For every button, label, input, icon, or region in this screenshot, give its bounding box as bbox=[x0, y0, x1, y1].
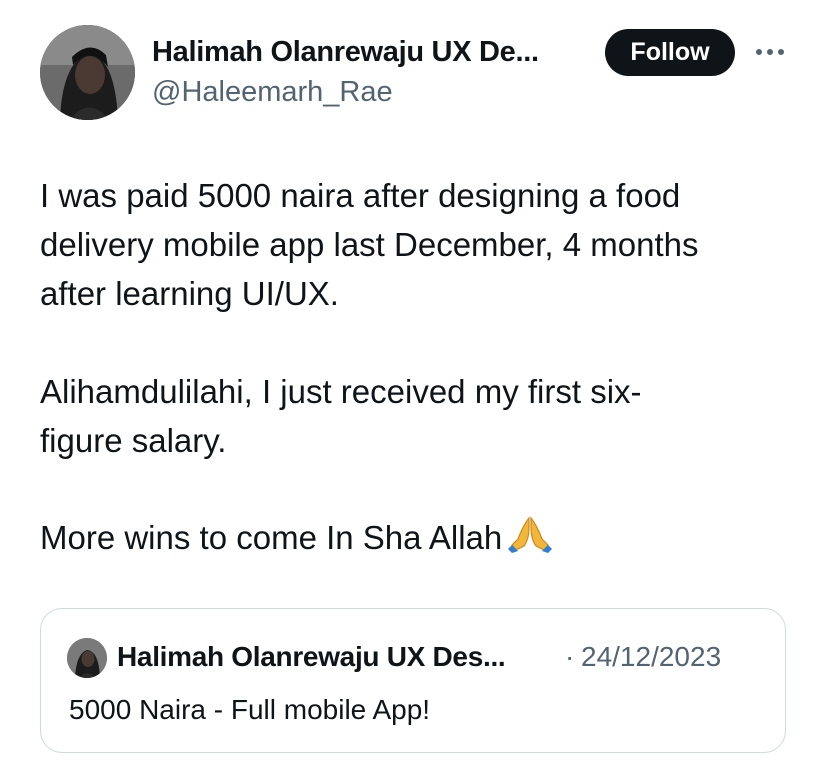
quoted-tweet-date: 24/12/2023 bbox=[581, 641, 722, 672]
tweet-line: after learning UI/UX. bbox=[40, 275, 339, 312]
more-horizontal-icon[interactable] bbox=[752, 40, 788, 64]
avatar-photo bbox=[40, 25, 135, 120]
author-name[interactable]: Halimah Olanrewaju UX De... bbox=[152, 36, 539, 69]
tweet-line: I was paid 5000 naira after designing a … bbox=[40, 177, 681, 214]
tweet-line: figure salary. bbox=[40, 422, 227, 459]
author-handle[interactable]: @Haleemarh_Rae bbox=[152, 76, 393, 109]
folded-hands-icon bbox=[508, 515, 553, 566]
tweet-line: Alihamdulilahi, I just received my first… bbox=[40, 373, 642, 410]
tweet-paragraph-3: More wins to come In Sha Allah bbox=[40, 513, 800, 562]
quoted-author-avatar bbox=[67, 638, 107, 678]
follow-button[interactable]: Follow bbox=[605, 29, 735, 76]
tweet-line: More wins to come In Sha Allah bbox=[40, 519, 503, 556]
author-avatar[interactable] bbox=[40, 25, 135, 120]
tweet-paragraph-1: I was paid 5000 naira after designing a … bbox=[40, 171, 800, 318]
tweet: Halimah Olanrewaju UX De... @Haleemarh_R… bbox=[0, 0, 828, 780]
quoted-tweet-text: 5000 Naira - Full mobile App! bbox=[69, 694, 431, 725]
tweet-paragraph-2: Alihamdulilahi, I just received my first… bbox=[40, 367, 800, 465]
quoted-author-name: Halimah Olanrewaju UX Des... bbox=[117, 641, 506, 672]
avatar-photo bbox=[67, 638, 107, 678]
tweet-line-with-emoji: More wins to come In Sha Allah bbox=[40, 513, 800, 562]
separator-dot: · bbox=[565, 641, 575, 672]
tweet-line: delivery mobile app last December, 4 mon… bbox=[40, 226, 699, 263]
quoted-tweet-card[interactable]: Halimah Olanrewaju UX Des... · 24/12/202… bbox=[40, 608, 786, 753]
